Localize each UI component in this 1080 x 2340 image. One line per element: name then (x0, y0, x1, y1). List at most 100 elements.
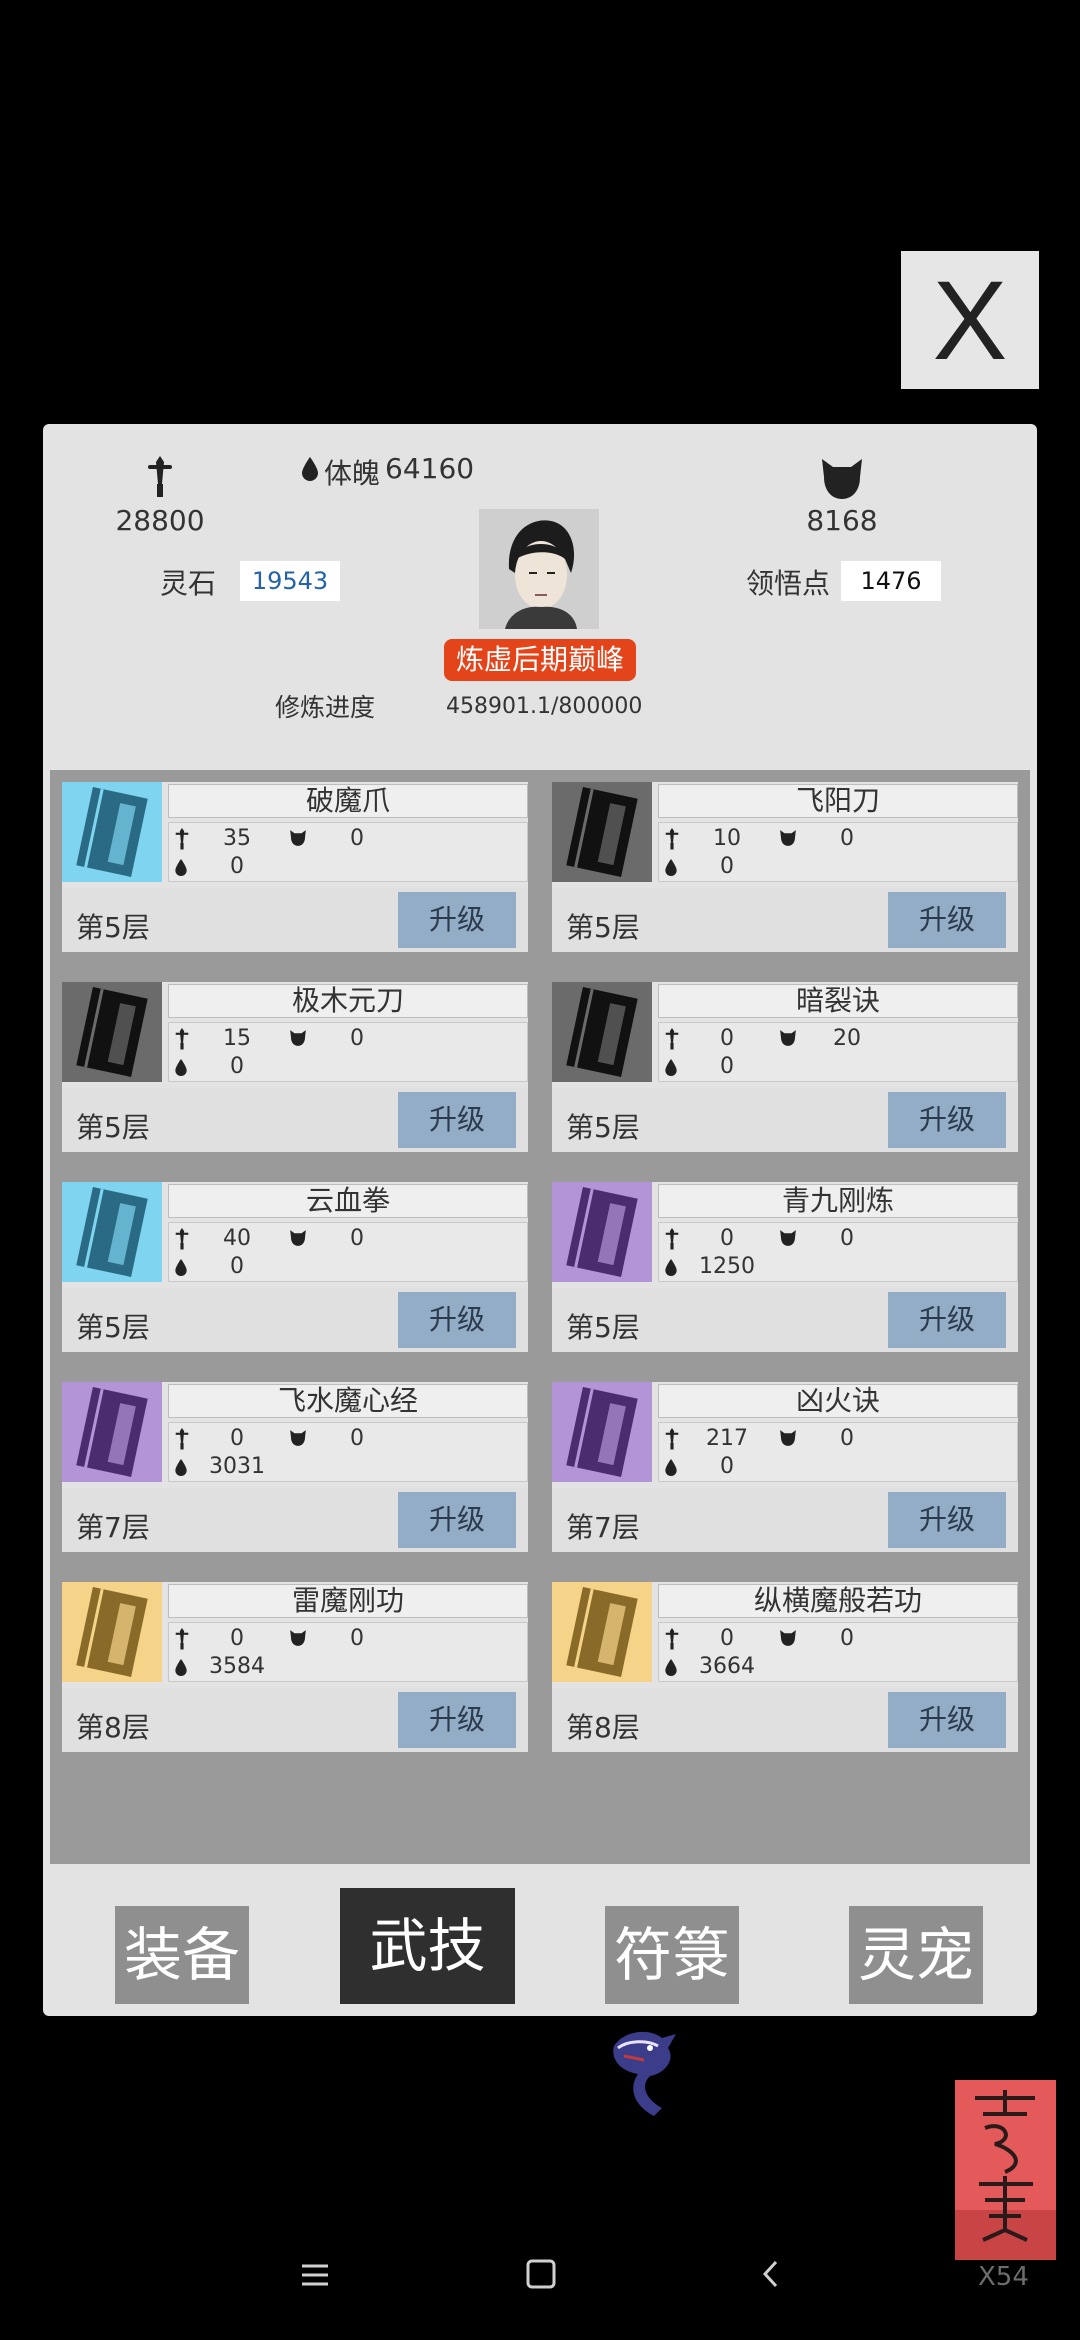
skill-stats: 35 0 0 (168, 822, 528, 882)
skill-card[interactable]: 飞水魔心经 0 0 3031 第7层 升级 (62, 1382, 528, 1552)
close-label: X (932, 257, 1008, 383)
skill-physique: 0 (230, 854, 244, 879)
upgrade-button[interactable]: 升级 (888, 1492, 1006, 1548)
drop-icon (175, 859, 187, 876)
skill-card[interactable]: 纵横魔般若功 0 0 3664 第8层 升级 (552, 1582, 1018, 1752)
tab-spirit-pets[interactable]: 灵宠 (849, 1906, 983, 2004)
insight-value: 1476 (841, 561, 941, 601)
upgrade-button[interactable]: 升级 (398, 1492, 516, 1548)
skill-stats: 217 0 0 (658, 1422, 1018, 1482)
skill-attack: 35 (223, 826, 251, 851)
back-icon[interactable] (756, 2259, 786, 2289)
tab-talismans[interactable]: 符箓 (605, 1906, 739, 2004)
beast-icon (780, 1630, 796, 1646)
skill-defense: 0 (840, 1626, 854, 1651)
skill-card[interactable]: 青九刚炼 0 0 1250 第5层 升级 (552, 1182, 1018, 1352)
skill-stats: 0 20 0 (658, 1022, 1018, 1082)
drop-icon (665, 1459, 677, 1476)
skill-book-icon (552, 1182, 652, 1282)
sword-icon (175, 1428, 189, 1450)
upgrade-button[interactable]: 升级 (398, 1292, 516, 1348)
sword-icon (175, 1228, 189, 1250)
drop-icon (665, 1259, 677, 1276)
skill-name: 青九刚炼 (658, 1184, 1018, 1218)
dragon-pet-icon[interactable] (604, 2026, 688, 2118)
attack-value: 28800 (115, 504, 205, 537)
upgrade-button[interactable]: 升级 (888, 1292, 1006, 1348)
tab-martial-skills[interactable]: 武技 (340, 1888, 515, 2004)
skill-defense: 0 (350, 1026, 364, 1051)
skill-book-icon (552, 1582, 652, 1682)
skill-attack: 15 (223, 1026, 251, 1051)
upgrade-button[interactable]: 升级 (888, 1092, 1006, 1148)
tab-equipment[interactable]: 装备 (115, 1906, 249, 2004)
beast-icon (780, 1030, 796, 1046)
drop-icon (175, 1059, 187, 1076)
avatar[interactable] (479, 509, 599, 629)
skill-book-icon (62, 1382, 162, 1482)
skill-name: 飞阳刀 (658, 784, 1018, 818)
skill-attack: 40 (223, 1226, 251, 1251)
skill-stats: 0 0 1250 (658, 1222, 1018, 1282)
skill-level: 第5层 (76, 911, 150, 944)
skill-defense: 0 (350, 1226, 364, 1251)
menu-icon[interactable] (300, 2260, 330, 2290)
realm-badge: 炼虚后期巅峰 (444, 639, 636, 681)
skill-physique: 0 (720, 1054, 734, 1079)
skill-physique: 3031 (209, 1454, 265, 1479)
beast-icon (780, 1430, 796, 1446)
physique-label: 体魄 (324, 457, 381, 490)
close-button[interactable]: X (901, 251, 1039, 389)
skill-physique: 3584 (209, 1654, 265, 1679)
skill-card[interactable]: 凶火诀 217 0 0 第7层 升级 (552, 1382, 1018, 1552)
skill-defense: 0 (350, 1426, 364, 1451)
beast-icon (290, 1630, 306, 1646)
skill-physique: 3664 (699, 1654, 755, 1679)
skill-stats: 40 0 0 (168, 1222, 528, 1282)
skill-card[interactable]: 破魔爪 35 0 0 第5层 升级 (62, 782, 528, 952)
skill-stats: 0 0 3031 (168, 1422, 528, 1482)
skill-card[interactable]: 云血拳 40 0 0 第5层 升级 (62, 1182, 528, 1352)
skill-defense: 0 (350, 826, 364, 851)
progress-value: 458901.1/800000 (446, 694, 643, 719)
skill-physique: 0 (230, 1254, 244, 1279)
home-icon[interactable] (526, 2259, 556, 2289)
talisman-seal-icon[interactable] (955, 2080, 1056, 2260)
skill-footer: 第5层 升级 (552, 1088, 1018, 1152)
drop-icon (302, 457, 318, 481)
spirit-stone-label: 灵石 (160, 567, 217, 600)
upgrade-button[interactable]: 升级 (398, 1692, 516, 1748)
skill-book-icon (552, 1382, 652, 1482)
upgrade-button[interactable]: 升级 (888, 892, 1006, 948)
skill-attack: 0 (720, 1626, 734, 1651)
skill-defense: 0 (840, 1426, 854, 1451)
skill-name: 雷魔刚功 (168, 1584, 528, 1618)
skill-defense: 0 (840, 826, 854, 851)
upgrade-button[interactable]: 升级 (888, 1692, 1006, 1748)
skill-level: 第5层 (566, 911, 640, 944)
skill-name: 暗裂诀 (658, 984, 1018, 1018)
skill-level: 第7层 (566, 1511, 640, 1544)
skill-level: 第7层 (76, 1511, 150, 1544)
skill-card[interactable]: 飞阳刀 10 0 0 第5层 升级 (552, 782, 1018, 952)
drop-icon (175, 1259, 187, 1276)
spirit-stone-value: 19543 (240, 561, 340, 601)
skill-card[interactable]: 暗裂诀 0 20 0 第5层 升级 (552, 982, 1018, 1152)
skill-book-icon (62, 1582, 162, 1682)
skill-attack: 10 (713, 826, 741, 851)
skill-physique: 0 (720, 854, 734, 879)
skill-defense: 0 (350, 1626, 364, 1651)
skill-attack: 0 (230, 1426, 244, 1451)
upgrade-button[interactable]: 升级 (398, 1092, 516, 1148)
upgrade-button[interactable]: 升级 (398, 892, 516, 948)
skill-card[interactable]: 极木元刀 15 0 0 第5层 升级 (62, 982, 528, 1152)
skill-card[interactable]: 雷魔刚功 0 0 3584 第8层 升级 (62, 1582, 528, 1752)
sword-icon (665, 828, 679, 850)
avatar-portrait (479, 509, 599, 629)
skill-attack: 0 (720, 1026, 734, 1051)
beast-icon (780, 830, 796, 846)
skill-level: 第8层 (76, 1711, 150, 1744)
skill-name: 极木元刀 (168, 984, 528, 1018)
skill-name: 破魔爪 (168, 784, 528, 818)
drop-icon (175, 1659, 187, 1676)
